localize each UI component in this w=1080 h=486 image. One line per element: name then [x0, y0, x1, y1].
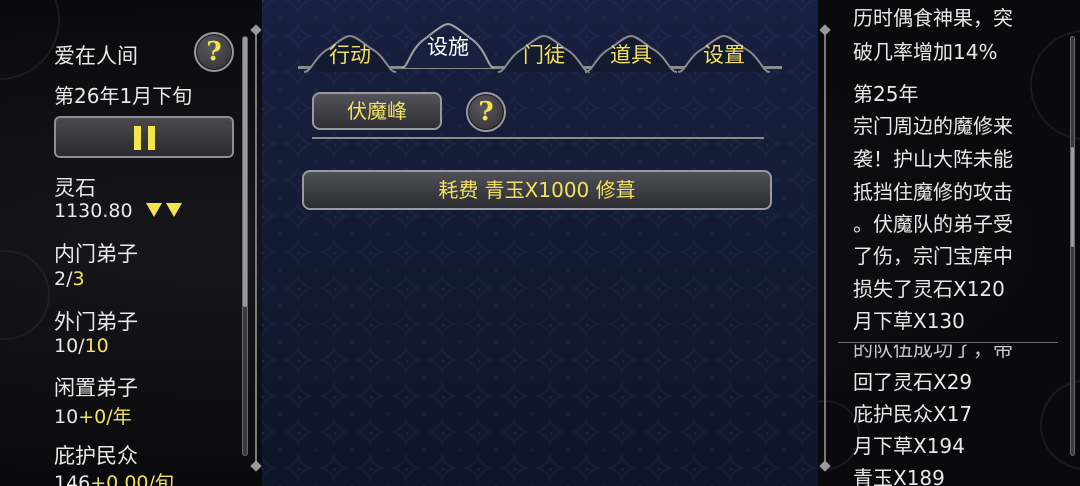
sect-name: 爱在人间 — [54, 44, 138, 68]
pause-icon — [148, 126, 155, 150]
log-line: 月下草X130 — [853, 309, 965, 333]
panel-divider — [824, 30, 826, 466]
stat-label-inner-disciples: 内门弟子 — [54, 242, 138, 266]
panel-divider — [255, 30, 257, 466]
log-scrollbar[interactable] — [1070, 36, 1075, 456]
stat-label-outer-disciples: 外门弟子 — [54, 310, 138, 334]
main-content-panel: 行动 设施 门徒 道具 设置 伏魔峰 ? 耗费 青玉X1000 修葺 — [262, 0, 818, 486]
pause-button[interactable] — [54, 116, 234, 158]
stat-value-sheltered-people: 146+0.00/旬 — [54, 472, 174, 486]
divider-cap — [250, 24, 262, 36]
facility-name-button[interactable]: 伏魔峰 — [312, 92, 442, 130]
stat-value-spirit-stone: 1130.80 — [54, 200, 133, 222]
help-icon[interactable]: ? — [194, 32, 234, 72]
game-screen: 爱在人间 ? 第26年1月下旬 灵石 1130.80 内门弟子 2/3 外门弟子… — [0, 0, 1080, 486]
decrease-arrow-icon — [146, 203, 162, 217]
log-line: 历时偶食神果，突 — [853, 6, 1013, 30]
repair-button[interactable]: 耗费 青玉X1000 修葺 — [302, 170, 772, 210]
stat-value-outer-disciples: 10/10 — [54, 335, 109, 357]
log-separator — [838, 342, 1058, 343]
event-log-panel: 历时偶食神果，突 破几率增加14% 第25年 宗门周边的魔修来 袭！护山大阵未能… — [818, 0, 1080, 486]
divider-cap — [819, 24, 831, 36]
tab-items[interactable]: 道具 — [583, 34, 679, 74]
log-line: 破几率增加14% — [853, 40, 998, 64]
log-line: 青玉X189 — [853, 466, 945, 486]
log-line: 月下草X194 — [853, 434, 965, 458]
tab-facilities[interactable]: 设施 — [400, 22, 496, 70]
log-line: 庇护民众X17 — [853, 402, 973, 426]
pause-icon — [134, 126, 141, 150]
stat-value-idle-disciples: 10+0/年 — [54, 406, 132, 428]
decrease-arrow-icon — [166, 203, 182, 217]
sect-status-panel: 爱在人间 ? 第26年1月下旬 灵石 1130.80 内门弟子 2/3 外门弟子… — [0, 0, 262, 486]
log-line: 袭！护山大阵未能 — [853, 147, 1013, 171]
divider-cap — [819, 460, 831, 472]
log-line: 了伤，宗门宝库中 — [853, 244, 1013, 268]
log-line: 回了灵石X29 — [853, 370, 973, 394]
section-divider — [312, 137, 764, 139]
divider-cap — [250, 460, 262, 472]
tab-actions[interactable]: 行动 — [302, 34, 398, 74]
tab-settings[interactable]: 设置 — [676, 34, 772, 74]
log-line: 宗门周边的魔修来 — [853, 114, 1013, 138]
log-line: 损失了灵石X120 — [853, 277, 1005, 301]
log-line: 的队伍成功了，带 — [853, 337, 1013, 361]
log-scrollbar-thumb[interactable] — [1071, 147, 1074, 247]
stat-value-inner-disciples: 2/3 — [54, 268, 85, 290]
log-line: 。伏魔队的弟子受 — [853, 212, 1013, 236]
stat-label-idle-disciples: 闲置弟子 — [54, 376, 138, 400]
stat-label-spirit-stone: 灵石 — [54, 176, 96, 200]
help-icon[interactable]: ? — [466, 92, 506, 132]
left-scrollbar[interactable] — [242, 36, 248, 456]
stat-label-sheltered-people: 庇护民众 — [54, 444, 138, 468]
left-scrollbar-thumb[interactable] — [243, 37, 247, 307]
game-date: 第26年1月下旬 — [54, 84, 193, 108]
tab-disciples[interactable]: 门徒 — [496, 34, 592, 74]
log-line: 抵挡住魔修的攻击 — [853, 180, 1013, 204]
log-line: 第25年 — [853, 82, 919, 106]
